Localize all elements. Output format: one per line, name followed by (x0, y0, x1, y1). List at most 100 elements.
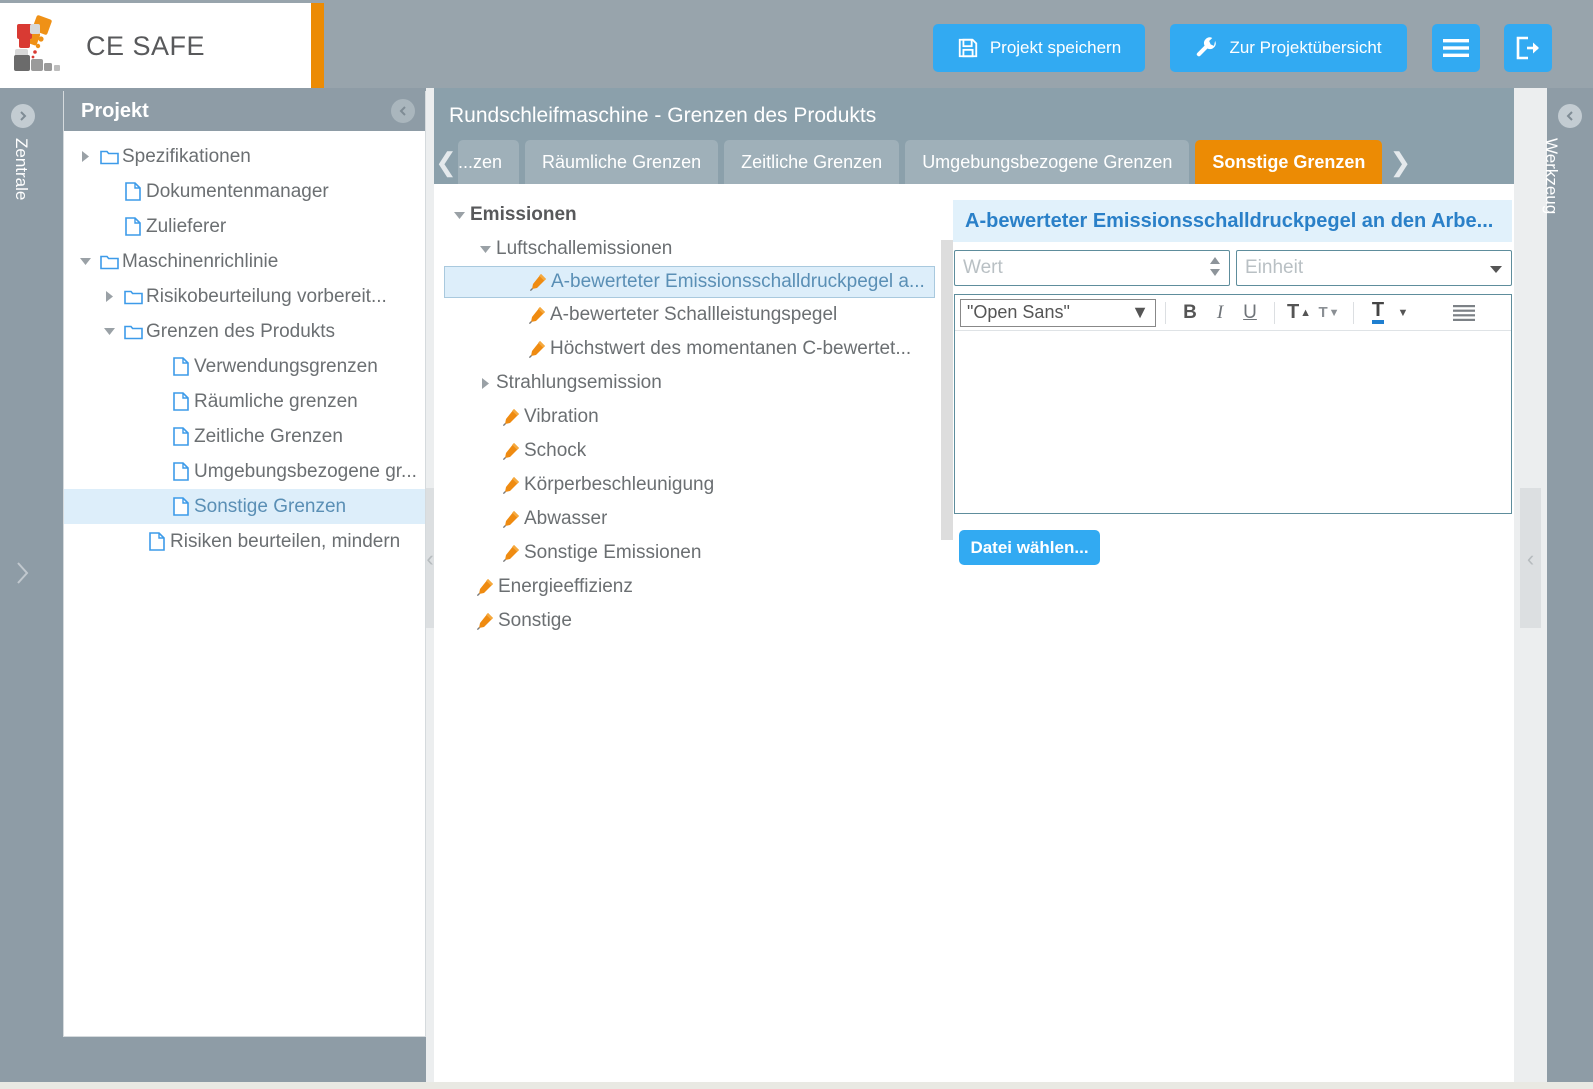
choose-file-button[interactable]: Datei wählen... (959, 530, 1100, 565)
pencil-icon[interactable] (496, 442, 524, 460)
emissions-tree-item[interactable]: Körperbeschleunigung (434, 468, 941, 502)
align-icon[interactable] (1449, 298, 1479, 328)
twisty-expanded-icon[interactable] (448, 210, 470, 221)
pencil-icon[interactable] (523, 273, 551, 291)
twisty-expanded-icon[interactable] (98, 326, 120, 337)
tab-scroll-left-icon[interactable]: ❮ (434, 140, 458, 184)
left-rail-collapse-chevron-icon[interactable] (12, 558, 32, 593)
left-splitter[interactable]: ‹ (426, 88, 434, 1089)
project-tree-item[interactable]: Risikobeurteilung vorbereit... (64, 279, 425, 314)
tab-scroll-right-icon[interactable]: ❯ (1388, 140, 1412, 184)
emissions-tree-item[interactable]: Emissionen (434, 198, 941, 232)
project-tree-item[interactable]: Zulieferer (64, 209, 425, 244)
pencil-icon[interactable] (522, 340, 550, 358)
project-tree-item[interactable]: Umgebungsbezogene gr... (64, 454, 425, 489)
twisty-collapsed-icon[interactable] (98, 291, 120, 302)
decrease-font-size-icon[interactable]: T ▼ (1314, 298, 1344, 328)
emissions-tree-item[interactable]: Energieeffizienz (434, 570, 941, 604)
increase-font-size-icon[interactable]: T ▲ (1284, 298, 1314, 328)
brand-accent-bar (311, 3, 324, 88)
value-field[interactable]: Wert (954, 250, 1230, 286)
chevron-left-circle-icon[interactable] (391, 99, 415, 123)
editor-toolbar: "Open Sans" ▼ B I U T ▲ T ▼ T ▼ (955, 295, 1511, 331)
emissions-tree-item[interactable]: A-bewerteter Emissionsschalldruckpegel a… (444, 266, 935, 298)
project-tree-item[interactable]: Sonstige Grenzen (64, 489, 425, 524)
tab-item[interactable]: ...zen (458, 140, 520, 184)
tab-active[interactable]: Sonstige Grenzen (1195, 140, 1383, 184)
project-tree-item[interactable]: Dokumentenmanager (64, 174, 425, 209)
project-tree-item[interactable]: Risiken beurteilen, mindern (64, 524, 425, 559)
twisty-expanded-icon[interactable] (474, 244, 496, 255)
tab-item[interactable]: Räumliche Grenzen (525, 140, 719, 184)
tab-item[interactable]: Umgebungsbezogene Grenzen (905, 140, 1190, 184)
project-tree-item[interactable]: Verwendungsgrenzen (64, 349, 425, 384)
emissions-tree-item[interactable]: Luftschallemissionen (434, 232, 941, 266)
emissions-tree-item[interactable]: A-bewerteter Schallleistungspegel (434, 298, 941, 332)
project-overview-button[interactable]: Zur Projektübersicht (1170, 24, 1407, 72)
stepper-down-icon[interactable] (1209, 268, 1221, 276)
emissions-tree-item-label: Luftschallemissionen (496, 238, 673, 259)
left-rail-zentrale[interactable]: Zentrale (0, 88, 46, 1089)
pencil-icon[interactable] (496, 510, 524, 528)
detail-panel-title: A-bewerteter Emissionsschalldruckpegel a… (953, 200, 1512, 242)
file-icon (120, 182, 146, 201)
logout-button[interactable] (1504, 24, 1552, 72)
emissions-tree-item[interactable]: Schock (434, 434, 941, 468)
project-tree-item-label: Sonstige Grenzen (194, 495, 347, 517)
twisty-collapsed-icon[interactable] (474, 377, 496, 389)
chevron-right-circle-icon[interactable] (11, 104, 35, 128)
left-splitter-handle[interactable]: ‹ (426, 488, 434, 628)
application-window: CE SAFE Projekt speichern Zur Projektübe… (0, 0, 1593, 1089)
italic-icon[interactable]: I (1205, 298, 1235, 328)
unit-placeholder: Einheit (1245, 257, 1304, 278)
emissions-tree-item[interactable]: Vibration (434, 400, 941, 434)
pencil-icon[interactable] (522, 306, 550, 324)
emissions-tree-item[interactable]: Sonstige Emissionen (434, 536, 941, 570)
twisty-collapsed-icon[interactable] (74, 151, 96, 162)
font-family-select[interactable]: "Open Sans" ▼ (960, 298, 1156, 327)
project-tree-item-label: Zulieferer (146, 215, 227, 237)
chevron-left-circle-icon[interactable] (1558, 104, 1582, 128)
chevron-left-icon[interactable]: ‹ (426, 546, 434, 572)
chevron-down-icon[interactable] (1490, 265, 1502, 273)
bold-icon[interactable]: B (1175, 298, 1205, 328)
twisty-expanded-icon[interactable] (74, 256, 96, 267)
emissions-scrollbar-thumb[interactable] (941, 240, 953, 540)
text-color-icon[interactable]: T (1363, 298, 1393, 328)
project-tree-item[interactable]: Räumliche grenzen (64, 384, 425, 419)
chevron-down-icon[interactable]: ▼ (1131, 302, 1149, 323)
project-tree-item[interactable]: Grenzen des Produkts (64, 314, 425, 349)
project-panel-title: Projekt (81, 99, 149, 122)
content-header: Rundschleifmaschine - Grenzen des Produk… (434, 88, 1514, 184)
underline-icon[interactable]: U (1235, 298, 1265, 328)
toolbar-divider (1274, 301, 1275, 324)
emissions-scrollbar[interactable] (941, 184, 953, 1089)
right-splitter[interactable]: ‹ (1514, 88, 1547, 1089)
unit-field[interactable]: Einheit (1236, 250, 1512, 286)
main-menu-button[interactable] (1432, 24, 1480, 72)
emissions-tree-item[interactable]: Strahlungsemission (434, 366, 941, 400)
pencil-icon[interactable] (496, 408, 524, 426)
stepper-up-icon[interactable] (1209, 257, 1221, 265)
project-tree-item[interactable]: Spezifikationen (64, 139, 425, 174)
pencil-icon[interactable] (470, 612, 498, 630)
right-rail-werkzeug[interactable]: Werkzeug (1542, 88, 1593, 1089)
pencil-icon[interactable] (496, 544, 524, 562)
pencil-icon[interactable] (496, 476, 524, 494)
emissions-tree-item[interactable]: Höchstwert des momentanen C-bewertet... (434, 332, 941, 366)
file-icon (168, 497, 194, 516)
chevron-left-icon[interactable]: ‹ (1520, 546, 1541, 572)
project-tree-item[interactable]: Zeitliche Grenzen (64, 419, 425, 454)
value-stepper[interactable] (1209, 257, 1221, 276)
emissions-tree-item[interactable]: Abwasser (434, 502, 941, 536)
file-icon (120, 217, 146, 236)
editor-text-area[interactable] (955, 331, 1511, 513)
save-project-button[interactable]: Projekt speichern (933, 24, 1145, 72)
pencil-icon[interactable] (470, 578, 498, 596)
project-tree-item[interactable]: Maschinenrichlinie (64, 244, 425, 279)
emissions-tree-item[interactable]: Sonstige (434, 604, 941, 638)
text-color-chevron-down-icon[interactable]: ▼ (1393, 298, 1413, 328)
tab-item[interactable]: Zeitliche Grenzen (724, 140, 900, 184)
emissions-tree-item-label: Vibration (524, 406, 599, 427)
right-splitter-handle[interactable]: ‹ (1520, 488, 1541, 628)
